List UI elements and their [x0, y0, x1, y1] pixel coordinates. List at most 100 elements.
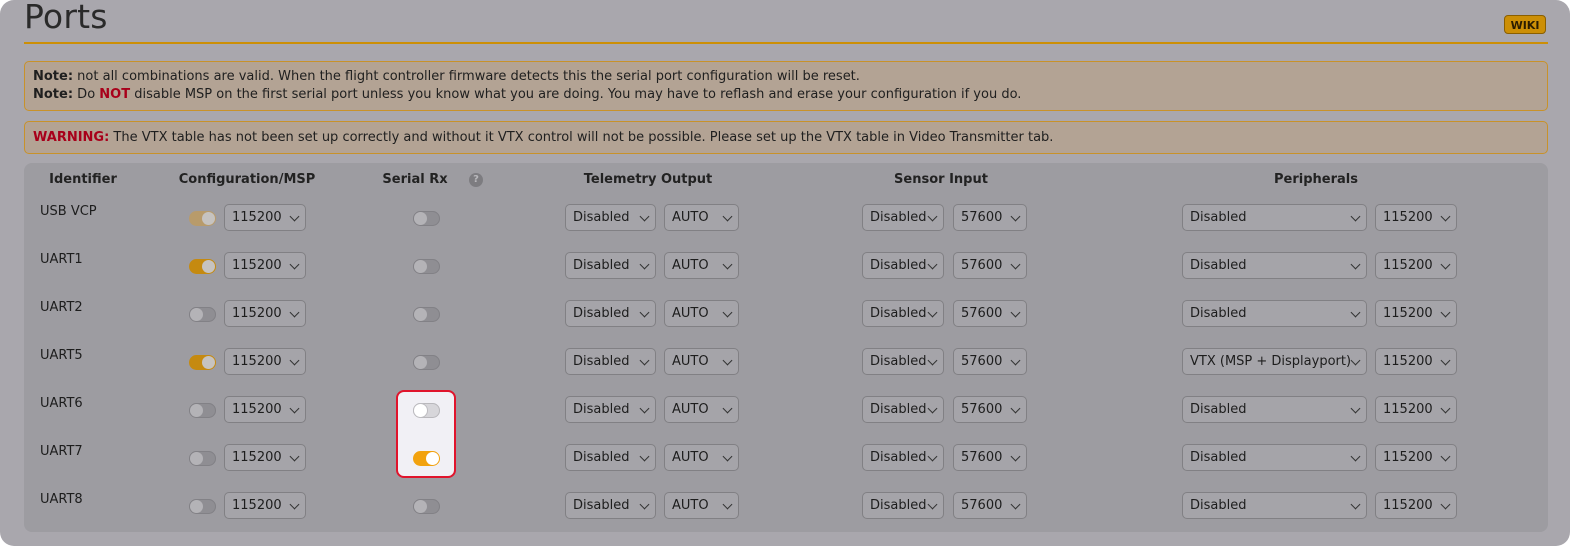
peripheral-select[interactable]: Disabled: [1182, 396, 1367, 423]
sensor-select-value: Disabled: [870, 306, 927, 321]
port-identifier: UART1: [40, 252, 83, 267]
sensor-baud-select-value: 57600: [961, 402, 1003, 417]
chevron-down-icon: [1010, 403, 1021, 414]
serial-rx-toggle[interactable]: [413, 259, 440, 274]
msp-baud-select[interactable]: 115200: [224, 252, 306, 279]
peripheral-baud-select[interactable]: 115200: [1375, 252, 1457, 279]
telemetry-baud-select[interactable]: AUTO: [664, 252, 739, 279]
chevron-down-icon: [1440, 499, 1451, 510]
msp-toggle[interactable]: [189, 259, 216, 274]
toggle-knob: [414, 212, 427, 225]
chevron-down-icon: [639, 259, 650, 270]
msp-baud-select[interactable]: 115200: [224, 444, 306, 471]
peripheral-baud-select[interactable]: 115200: [1375, 204, 1457, 231]
msp-toggle[interactable]: [189, 211, 216, 226]
chevron-down-icon: [1440, 211, 1451, 222]
telemetry-baud-select[interactable]: AUTO: [664, 348, 739, 375]
sensor-baud-select[interactable]: 57600: [953, 348, 1027, 375]
msp-baud-select[interactable]: 115200: [224, 492, 306, 519]
msp-toggle[interactable]: [189, 451, 216, 466]
table-row: UART6 115200 Disabled AUTO Disabled 57600 Disa…: [24, 386, 1548, 434]
toggle-knob: [202, 212, 215, 225]
telemetry-baud-select-value: AUTO: [672, 402, 709, 417]
telemetry-select[interactable]: Disabled: [565, 300, 656, 327]
chevron-down-icon: [722, 307, 733, 318]
sensor-select[interactable]: Disabled: [862, 348, 944, 375]
peripheral-baud-select[interactable]: 115200: [1375, 492, 1457, 519]
sensor-baud-select[interactable]: 57600: [953, 300, 1027, 327]
telemetry-select[interactable]: Disabled: [565, 444, 656, 471]
serial-rx-toggle[interactable]: [413, 499, 440, 514]
telemetry-select[interactable]: Disabled: [565, 252, 656, 279]
header-identifier: Identifier: [49, 172, 117, 187]
telemetry-select[interactable]: Disabled: [565, 348, 656, 375]
telemetry-select-value: Disabled: [573, 354, 630, 369]
msp-toggle[interactable]: [189, 355, 216, 370]
peripheral-select[interactable]: Disabled: [1182, 252, 1367, 279]
telemetry-baud-select-value: AUTO: [672, 210, 709, 225]
peripheral-select[interactable]: Disabled: [1182, 204, 1367, 231]
toggle-knob: [414, 500, 427, 513]
title-divider: [24, 42, 1548, 44]
telemetry-baud-select[interactable]: AUTO: [664, 492, 739, 519]
msp-toggle[interactable]: [189, 499, 216, 514]
help-icon[interactable]: ?: [469, 173, 483, 187]
chevron-down-icon: [927, 307, 938, 318]
msp-toggle[interactable]: [189, 307, 216, 322]
warning-label: WARNING:: [33, 130, 110, 145]
serial-rx-toggle[interactable]: [413, 307, 440, 322]
msp-baud-select-value: 115200: [232, 306, 282, 321]
chevron-down-icon: [1350, 451, 1361, 462]
telemetry-select[interactable]: Disabled: [565, 492, 656, 519]
sensor-baud-select[interactable]: 57600: [953, 252, 1027, 279]
sensor-select[interactable]: Disabled: [862, 396, 944, 423]
peripheral-baud-select-value: 115200: [1383, 306, 1433, 321]
peripheral-baud-select[interactable]: 115200: [1375, 444, 1457, 471]
sensor-select[interactable]: Disabled: [862, 492, 944, 519]
peripheral-select-value: Disabled: [1190, 450, 1247, 465]
sensor-select[interactable]: Disabled: [862, 204, 944, 231]
chevron-down-icon: [1350, 403, 1361, 414]
peripheral-select[interactable]: Disabled: [1182, 300, 1367, 327]
peripheral-baud-select[interactable]: 115200: [1375, 300, 1457, 327]
telemetry-baud-select-value: AUTO: [672, 450, 709, 465]
peripheral-select[interactable]: Disabled: [1182, 492, 1367, 519]
peripheral-baud-select[interactable]: 115200: [1375, 396, 1457, 423]
sensor-select-value: Disabled: [870, 258, 927, 273]
sensor-baud-select[interactable]: 57600: [953, 204, 1027, 231]
toggle-knob: [190, 308, 203, 321]
peripheral-select[interactable]: Disabled: [1182, 444, 1367, 471]
telemetry-baud-select[interactable]: AUTO: [664, 444, 739, 471]
telemetry-baud-select[interactable]: AUTO: [664, 204, 739, 231]
peripheral-select-value: VTX (MSP + Displayport): [1190, 354, 1352, 369]
sensor-baud-select[interactable]: 57600: [953, 492, 1027, 519]
peripheral-baud-select[interactable]: 115200: [1375, 348, 1457, 375]
msp-baud-select[interactable]: 115200: [224, 300, 306, 327]
sensor-baud-select[interactable]: 57600: [953, 444, 1027, 471]
header-peripherals: Peripherals: [1274, 172, 1358, 187]
chevron-down-icon: [639, 307, 650, 318]
msp-toggle[interactable]: [189, 403, 216, 418]
telemetry-baud-select[interactable]: AUTO: [664, 396, 739, 423]
sensor-baud-select[interactable]: 57600: [953, 396, 1027, 423]
serial-rx-toggle[interactable]: [413, 211, 440, 226]
toggle-knob: [202, 356, 215, 369]
chevron-down-icon: [1010, 211, 1021, 222]
telemetry-select[interactable]: Disabled: [565, 204, 656, 231]
table-row: USB VCP 115200 Disabled AUTO Disabled 57600 Di…: [24, 194, 1548, 242]
sensor-select[interactable]: Disabled: [862, 252, 944, 279]
msp-baud-select[interactable]: 115200: [224, 396, 306, 423]
telemetry-select-value: Disabled: [573, 450, 630, 465]
telemetry-select[interactable]: Disabled: [565, 396, 656, 423]
msp-baud-select[interactable]: 115200: [224, 348, 306, 375]
peripheral-select[interactable]: VTX (MSP + Displayport): [1182, 348, 1367, 375]
sensor-select[interactable]: Disabled: [862, 300, 944, 327]
sensor-select[interactable]: Disabled: [862, 444, 944, 471]
msp-baud-select[interactable]: 115200: [224, 204, 306, 231]
peripheral-baud-select-value: 115200: [1383, 258, 1433, 273]
wiki-button[interactable]: WIKI: [1504, 15, 1546, 34]
serial-rx-toggle[interactable]: [413, 355, 440, 370]
ports-page: Ports WIKI Note: not all combinations ar…: [0, 0, 1570, 546]
telemetry-baud-select[interactable]: AUTO: [664, 300, 739, 327]
note-line-2: Note: Do NOT disable MSP on the first se…: [33, 87, 1022, 102]
